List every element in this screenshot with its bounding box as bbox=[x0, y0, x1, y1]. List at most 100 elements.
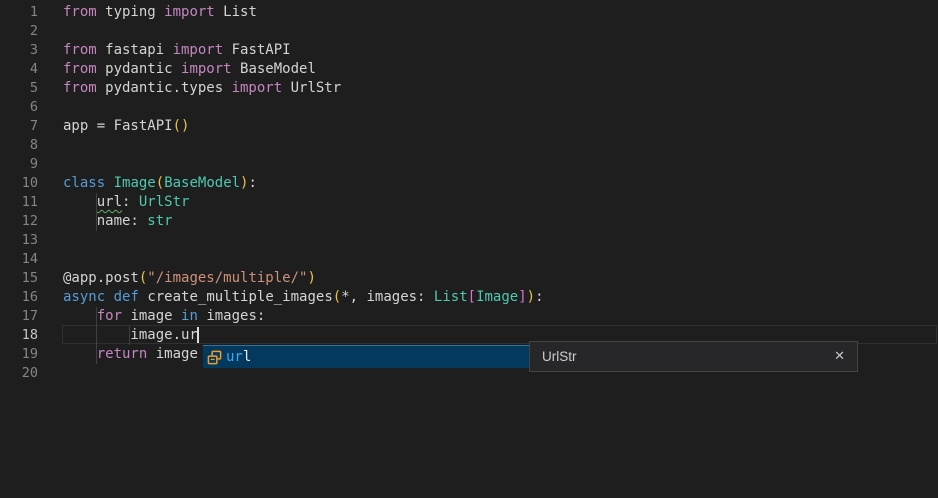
code-token: str bbox=[147, 213, 172, 229]
code-token: return bbox=[97, 346, 148, 362]
indent-guide bbox=[96, 307, 97, 364]
match-highlight: ur bbox=[226, 349, 243, 365]
code-token: from bbox=[63, 4, 97, 20]
code-line[interactable]: for image in images: bbox=[63, 307, 938, 326]
code-line[interactable] bbox=[63, 22, 938, 41]
code-line[interactable] bbox=[63, 155, 938, 174]
indent-guide bbox=[129, 326, 130, 345]
indent-guide bbox=[96, 193, 97, 231]
code-line[interactable]: from typing import List bbox=[63, 3, 938, 22]
line-number: 20 bbox=[0, 364, 63, 383]
code-token bbox=[63, 346, 97, 362]
line-number: 16 bbox=[0, 288, 63, 307]
code-token: import bbox=[173, 42, 224, 58]
code-token: List bbox=[434, 289, 468, 305]
code-token: *, images: bbox=[341, 289, 434, 305]
code-token: image bbox=[147, 346, 198, 362]
line-number: 17 bbox=[0, 307, 63, 326]
suggest-item-url[interactable]: url bbox=[203, 345, 529, 368]
line-number: 14 bbox=[0, 250, 63, 269]
code-token: import bbox=[232, 80, 283, 96]
code-token: [ bbox=[468, 289, 476, 305]
code-token: async bbox=[63, 289, 105, 305]
code-token: @app.post bbox=[63, 270, 139, 286]
code-token: class bbox=[63, 175, 105, 191]
line-number: 1 bbox=[0, 3, 63, 22]
code-token bbox=[105, 175, 113, 191]
line-number: 4 bbox=[0, 60, 63, 79]
code-token: fastapi bbox=[97, 42, 173, 58]
code-line[interactable]: app = FastAPI() bbox=[63, 117, 938, 136]
code-line[interactable] bbox=[63, 136, 938, 155]
code-token: UrlStr bbox=[139, 194, 190, 210]
code-token bbox=[63, 308, 97, 324]
code-token: ( bbox=[333, 289, 341, 305]
code-line[interactable]: name: str bbox=[63, 212, 938, 231]
code-token: ) bbox=[307, 270, 315, 286]
code-token: import bbox=[181, 61, 232, 77]
text-cursor bbox=[197, 327, 199, 343]
code-line[interactable] bbox=[63, 231, 938, 250]
code-token: BaseModel bbox=[232, 61, 316, 77]
line-number: 19 bbox=[0, 345, 63, 364]
code-line[interactable] bbox=[63, 98, 938, 117]
code-token: image.ur bbox=[63, 327, 198, 343]
code-token: def bbox=[114, 289, 139, 305]
line-number: 15 bbox=[0, 269, 63, 288]
code-token bbox=[63, 194, 97, 210]
code-token: typing bbox=[97, 4, 164, 20]
code-line[interactable]: @app.post("/images/multiple/") bbox=[63, 269, 938, 288]
code-token: FastAPI bbox=[223, 42, 290, 58]
code-token: pydantic bbox=[97, 61, 181, 77]
code-token: name: bbox=[63, 213, 147, 229]
code-line[interactable] bbox=[63, 250, 938, 269]
code-token: app = FastAPI bbox=[63, 118, 173, 134]
suggest-item-label: url bbox=[226, 349, 251, 365]
gutter: 1234567891011121314151617181920 bbox=[0, 3, 63, 383]
code-token: for bbox=[97, 308, 122, 324]
suggest-details-panel: UrlStr ✕ bbox=[529, 341, 858, 372]
code-token: images: bbox=[198, 308, 265, 324]
line-number: 12 bbox=[0, 212, 63, 231]
code-editor[interactable]: 1234567891011121314151617181920 from typ… bbox=[0, 0, 938, 498]
code-token: ] bbox=[518, 289, 526, 305]
line-number: 9 bbox=[0, 155, 63, 174]
code-token bbox=[105, 289, 113, 305]
code-token: from bbox=[63, 42, 97, 58]
code-token: : bbox=[535, 289, 543, 305]
close-icon[interactable]: ✕ bbox=[834, 350, 845, 363]
code-line[interactable]: async def create_multiple_images(*, imag… bbox=[63, 288, 938, 307]
line-number: 2 bbox=[0, 22, 63, 41]
code-token: create_multiple_images bbox=[139, 289, 333, 305]
code-token: BaseModel bbox=[164, 175, 240, 191]
line-number: 8 bbox=[0, 136, 63, 155]
code-line[interactable]: url: UrlStr bbox=[63, 193, 938, 212]
code-line[interactable]: class Image(BaseModel): bbox=[63, 174, 938, 193]
line-number: 3 bbox=[0, 41, 63, 60]
line-number: 13 bbox=[0, 231, 63, 250]
code-token: from bbox=[63, 80, 97, 96]
suggest-detail-text: UrlStr bbox=[542, 349, 834, 364]
line-number: 10 bbox=[0, 174, 63, 193]
code-token: Image bbox=[476, 289, 518, 305]
code-token: from bbox=[63, 61, 97, 77]
code-token: url bbox=[97, 194, 122, 210]
code-token: Image bbox=[114, 175, 156, 191]
code-token: UrlStr bbox=[282, 80, 341, 96]
code-token: : bbox=[122, 194, 139, 210]
code-line[interactable]: from fastapi import FastAPI bbox=[63, 41, 938, 60]
field-icon bbox=[207, 350, 222, 365]
line-number: 6 bbox=[0, 98, 63, 117]
line-number: 11 bbox=[0, 193, 63, 212]
line-number: 7 bbox=[0, 117, 63, 136]
line-number: 18 bbox=[0, 326, 63, 345]
code-token: "/images/multiple/" bbox=[147, 270, 307, 286]
code-token: in bbox=[181, 308, 198, 324]
code-token: image bbox=[122, 308, 181, 324]
line-number: 5 bbox=[0, 79, 63, 98]
code-token: List bbox=[215, 4, 257, 20]
code-lines[interactable]: from typing import Listfrom fastapi impo… bbox=[63, 3, 938, 383]
code-line[interactable]: from pydantic import BaseModel bbox=[63, 60, 938, 79]
code-line[interactable]: from pydantic.types import UrlStr bbox=[63, 79, 938, 98]
code-token: pydantic.types bbox=[97, 80, 232, 96]
